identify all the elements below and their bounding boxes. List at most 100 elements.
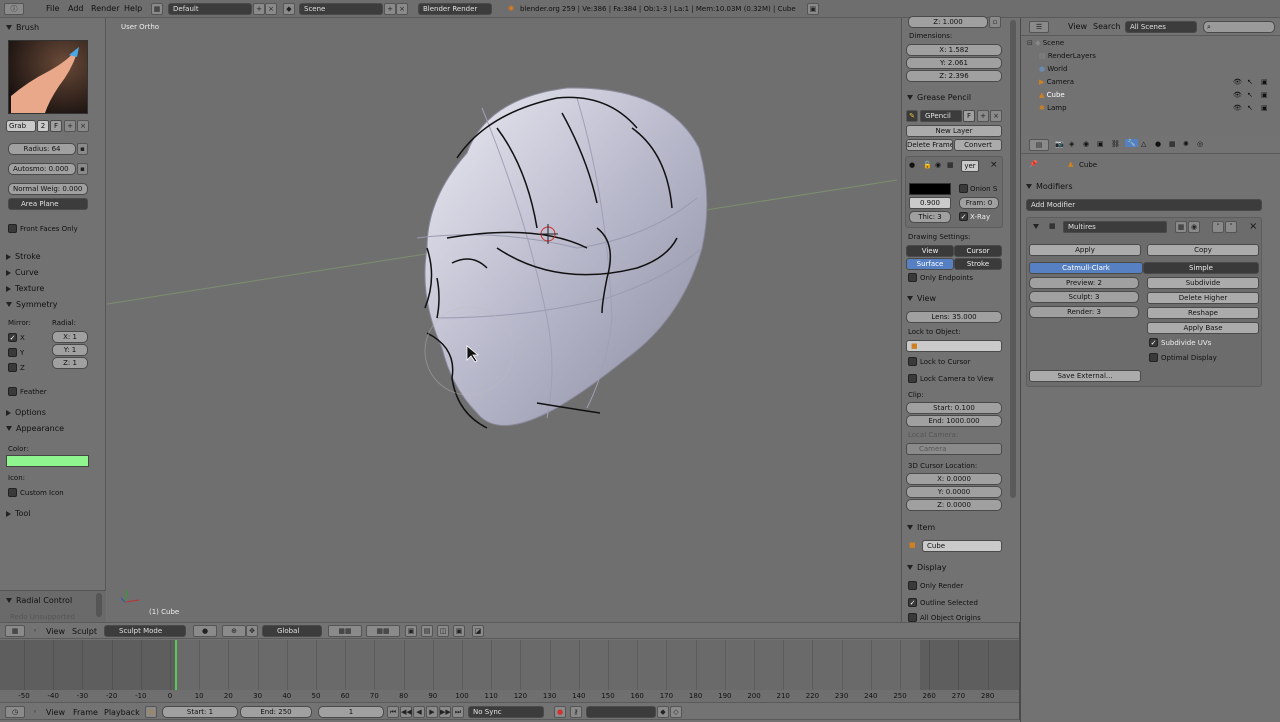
appearance-panel-header[interactable]: Appearance (6, 424, 64, 433)
lock-z-icon[interactable]: ▫ (989, 16, 1001, 28)
scene-icon[interactable]: ◆ (283, 3, 295, 15)
onion-frames-field[interactable]: Fram: 0 (959, 197, 999, 209)
menu-file[interactable]: File (46, 4, 59, 13)
radial-y-field[interactable]: Y: 1 (52, 344, 88, 356)
remove-modifier-icon[interactable]: × (1249, 221, 1257, 232)
physics-tab-icon[interactable]: ◎ (1197, 140, 1203, 148)
radial-x-field[interactable]: X: 1 (52, 331, 88, 343)
outliner-editor-type-icon[interactable]: ☰ (1029, 21, 1049, 33)
start-frame-field[interactable]: Start: 1 (162, 706, 238, 718)
subdivide-button[interactable]: Subdivide (1147, 277, 1259, 289)
mirror-y-checkbox[interactable] (8, 348, 17, 357)
outliner-item-scene[interactable]: ⊟ ◆ Scene (1027, 39, 1064, 47)
view-panel-header[interactable]: View (907, 294, 936, 303)
play-icon[interactable]: ▶ (426, 706, 438, 718)
outliner-item-world[interactable]: ● World (1039, 65, 1067, 73)
timeline-playback-menu[interactable]: Playback (104, 708, 140, 717)
snap-icon[interactable]: ◪ (472, 625, 484, 637)
lamp-visibility-icon[interactable]: 👁 (1233, 104, 1242, 112)
brush-color-swatch[interactable] (6, 455, 89, 467)
outliner-item-renderlayers[interactable]: ▤ RenderLayers (1039, 52, 1096, 60)
view3d-sculpt-menu[interactable]: Sculpt (72, 627, 97, 636)
camera-select-icon[interactable]: ↖ (1247, 78, 1253, 86)
jump-start-icon[interactable]: ⏮ (387, 706, 399, 718)
radial-z-field[interactable]: Z: 1 (52, 357, 88, 369)
cube-select-icon[interactable]: ↖ (1247, 91, 1253, 99)
add-gpencil-icon[interactable]: + (977, 110, 989, 122)
pressure-autosmooth-icon[interactable]: ▪ (77, 163, 88, 175)
catmull-clark-button[interactable]: Catmull-Clark (1029, 262, 1143, 274)
lock-layers-icon[interactable]: ▣ (405, 625, 417, 637)
delete-keyframe-icon[interactable]: ◇ (670, 706, 682, 718)
optimal-display-checkbox[interactable] (1149, 353, 1158, 362)
brush-fake-user-field[interactable]: F (50, 120, 62, 132)
radius-field[interactable]: Radius: 64 (8, 143, 76, 155)
display-panel-header[interactable]: Display (907, 563, 947, 572)
apply-base-button[interactable]: Apply Base (1147, 322, 1259, 334)
item-name-field[interactable]: Cube (922, 540, 1002, 552)
mirror-z-checkbox[interactable] (8, 363, 17, 372)
multires-editmode-icon[interactable]: ▦ (1175, 221, 1187, 233)
layer-remove-icon[interactable]: × (990, 160, 998, 170)
outliner-item-cube[interactable]: ▲ Cube (1039, 91, 1065, 99)
reshape-button[interactable]: Reshape (1147, 307, 1259, 319)
clip-end-field[interactable]: End: 1000.000 (906, 415, 1002, 427)
normal-weight-field[interactable]: Normal Weig: 0.000 (8, 183, 88, 195)
render-engine-select[interactable]: Blender Render (418, 3, 492, 15)
texture-tab-icon[interactable]: ▦ (1169, 140, 1176, 148)
gpencil-fake-user[interactable]: F (963, 110, 975, 122)
world-tab-icon[interactable]: ◉ (1083, 140, 1089, 148)
thickness-field[interactable]: Thic: 3 (909, 211, 951, 223)
dimension-y-field[interactable]: Y: 2.061 (906, 57, 1002, 69)
autosmooth-field[interactable]: Autosmo: 0.000 (8, 163, 76, 175)
editor-type-icon[interactable]: ⓘ (4, 3, 24, 15)
add-screen-icon[interactable]: + (253, 3, 265, 15)
render-preview-icon[interactable]: ▤ (421, 625, 433, 637)
remove-screen-icon[interactable]: × (265, 3, 277, 15)
layer-lock-icon[interactable]: 🔓 (923, 161, 932, 169)
constraints-tab-icon[interactable]: ⛓ (1111, 140, 1120, 148)
modifiers-panel-header[interactable]: Modifiers (1026, 182, 1073, 191)
outliner-display-select[interactable]: All Scenes (1125, 21, 1197, 33)
scene-field[interactable]: Scene (299, 3, 383, 15)
layers2-icon[interactable]: ▦▦ (366, 625, 400, 637)
cube-render-icon[interactable]: ▣ (1261, 91, 1268, 99)
layers-icon[interactable]: ▦▦ (328, 625, 362, 637)
outliner-item-camera[interactable]: ▶ Camera (1039, 78, 1074, 86)
new-layer-button[interactable]: New Layer (906, 125, 1002, 137)
redo-panel-scrollbar[interactable] (96, 593, 102, 617)
object-tab-icon[interactable]: ▣ (1097, 140, 1104, 148)
layer-frame-icon[interactable]: ▦ (947, 161, 954, 169)
apply-modifier-button[interactable]: Apply (1029, 244, 1141, 256)
modifiers-tab-icon[interactable]: 🔧 (1125, 139, 1138, 147)
custom-icon-checkbox[interactable] (8, 488, 17, 497)
material-tab-icon[interactable]: ● (1155, 140, 1161, 148)
subdivide-uvs-checkbox[interactable]: ✓ (1149, 338, 1158, 347)
outliner-item-lamp[interactable]: ✱ Lamp (1039, 104, 1067, 112)
draw-cursor-button[interactable]: Cursor (954, 245, 1002, 257)
record-icon[interactable]: ● (554, 706, 566, 718)
manipulator-icon[interactable]: ✥ (246, 625, 258, 637)
opengl-render-icon[interactable]: ◫ (437, 625, 449, 637)
render-tab-icon[interactable]: 📷 (1055, 140, 1064, 148)
data-tab-icon[interactable]: △ (1141, 140, 1146, 148)
end-frame-field[interactable]: End: 250 (240, 706, 312, 718)
draw-surface-button[interactable]: Surface (906, 258, 954, 270)
multires-collapse-icon[interactable] (1033, 224, 1039, 229)
preview-range-icon[interactable]: ◷ (145, 706, 157, 718)
layer-name-field[interactable]: yer (961, 160, 979, 172)
grease-pencil-panel-header[interactable]: Grease Pencil (907, 93, 971, 102)
camera-render-icon[interactable]: ▣ (1261, 78, 1268, 86)
outliner-search-input[interactable]: ⌕ (1203, 21, 1275, 33)
local-camera-field[interactable]: Camera (906, 443, 1002, 455)
add-brush-icon[interactable]: + (64, 120, 76, 132)
only-render-checkbox[interactable] (908, 581, 917, 590)
lamp-select-icon[interactable]: ↖ (1247, 104, 1253, 112)
insert-keyframe-icon[interactable]: ◆ (657, 706, 669, 718)
cursor-z-field[interactable]: Z: 0.0000 (906, 499, 1002, 511)
brush-name-field[interactable]: Grab (6, 120, 36, 132)
all-object-origins-checkbox[interactable] (908, 613, 917, 622)
properties-panel-scrollbar[interactable] (1010, 20, 1016, 498)
curve-panel-header[interactable]: Curve (6, 268, 39, 277)
timeline-view-menu[interactable]: View (46, 708, 65, 717)
